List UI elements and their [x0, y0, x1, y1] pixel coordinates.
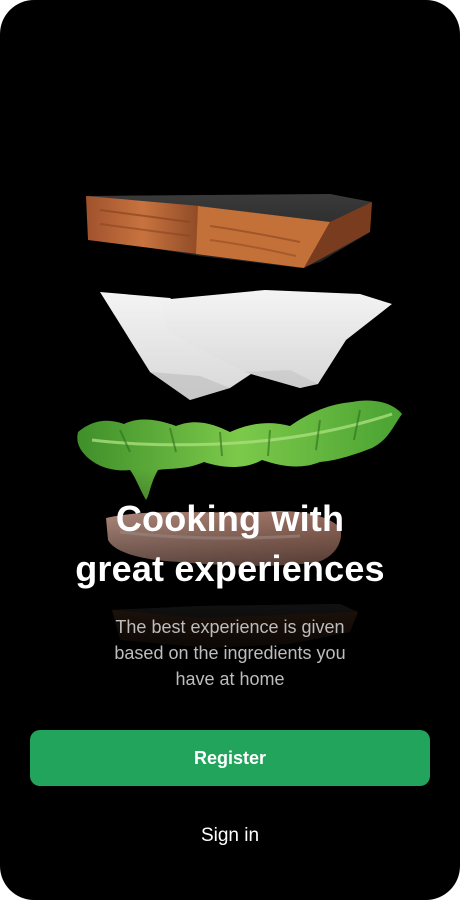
- headline: Cooking with great experiences: [0, 494, 460, 594]
- subtitle-line-2: based on the ingredients you: [114, 643, 346, 663]
- headline-line-2: great experiences: [75, 548, 385, 589]
- register-button[interactable]: Register: [30, 730, 430, 786]
- headline-line-1: Cooking with: [115, 498, 345, 539]
- onboarding-screen: Cooking with great experiences The best …: [0, 0, 460, 900]
- cheese-slice: [100, 290, 392, 400]
- toast-slice: [86, 194, 372, 268]
- subtitle-line-1: The best experience is given: [115, 617, 345, 637]
- sign-in-link[interactable]: Sign in: [150, 818, 310, 854]
- subtitle-line-3: have at home: [175, 669, 285, 689]
- subtitle: The best experience is given based on th…: [70, 614, 390, 692]
